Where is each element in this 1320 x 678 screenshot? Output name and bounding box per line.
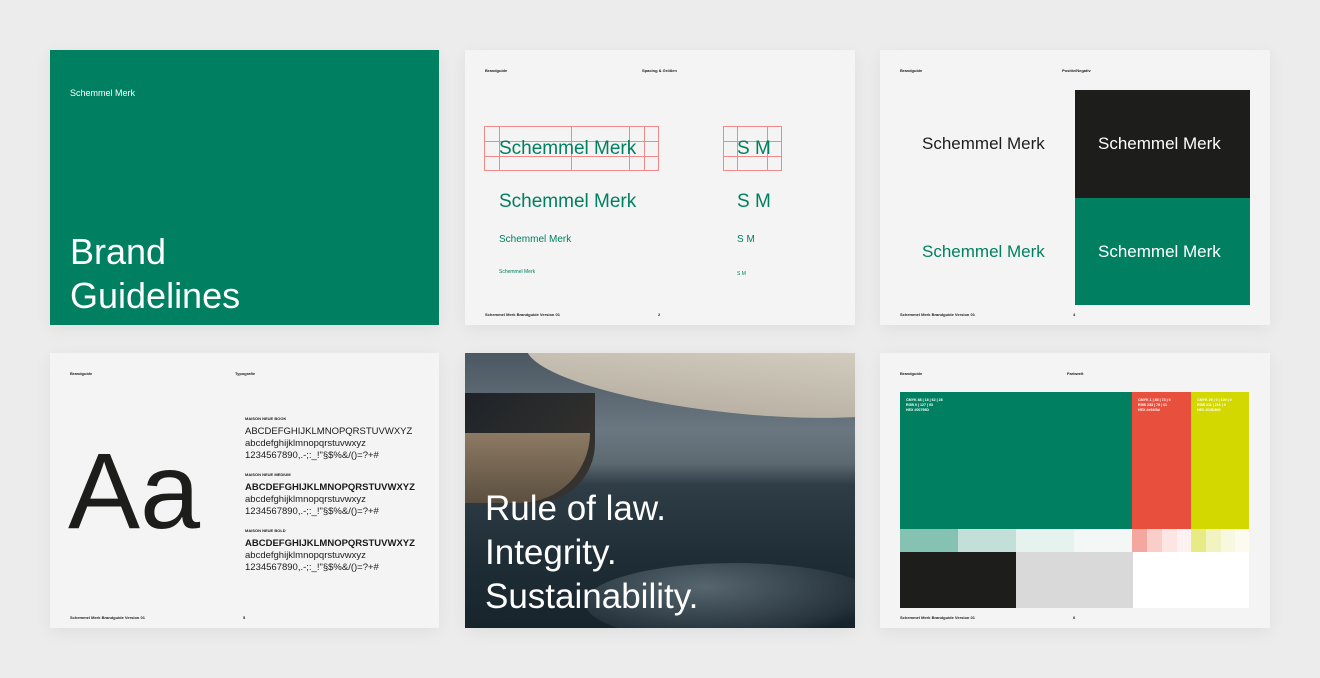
digits-row: 1234567890,.-;:_!"§$%&/()=?+# — [245, 450, 379, 461]
green-spec: CMYK 88 | 18 | 62 | 28 RGB 0 | 127 | 93 … — [906, 398, 943, 412]
value-line-2: Integrity. — [485, 533, 617, 572]
monogram-xl: S M — [737, 138, 771, 159]
style-name: MAISON NEUE BOOK — [245, 416, 287, 421]
wordmark-l: Schemmel Merk — [499, 191, 637, 212]
tint-red-15 — [1162, 529, 1177, 552]
lowercase-row: abcdefghijklmnopqrstuvwxyz — [245, 438, 366, 449]
style-name: MAISON NEUE BOLD — [245, 528, 286, 533]
tint-red-60 — [1132, 529, 1147, 552]
colorpalette-slide[interactable]: Brandguide Farbwelt CMYK 88 | 18 | 62 | … — [880, 353, 1270, 628]
footer-left: Schemmel Merk Brandguide Version 01 — [900, 615, 975, 620]
tint-lime-15 — [1221, 529, 1235, 552]
header-left: Brandguide — [485, 68, 508, 73]
cover-slide[interactable]: Schemmel Merk Brand Guidelines — [50, 50, 439, 325]
lime-spec: CMYK 25 | 0 | 100 | 0 RGB 211 | 216 | 0 … — [1197, 398, 1232, 412]
spacing-slide[interactable]: Brandguide Spacing & Größen Schemmel Mer… — [465, 50, 855, 325]
page-number: 4 — [1073, 312, 1076, 317]
digits-row: 1234567890,.-;:_!"§$%&/()=?+# — [245, 506, 379, 517]
tint-green-5 — [1074, 529, 1132, 552]
swatch-gray — [1016, 552, 1133, 608]
monogram-m: S M — [737, 234, 755, 245]
uppercase-row: ABCDEFGHIJKLMNOPQRSTUVWXYZ — [245, 482, 415, 493]
tint-lime-30 — [1206, 529, 1221, 552]
page-number: 6 — [1073, 615, 1076, 620]
uppercase-row: ABCDEFGHIJKLMNOPQRSTUVWXYZ — [245, 538, 415, 549]
tint-green-60 — [900, 529, 958, 552]
monogram-l: S M — [737, 191, 771, 212]
type-style-book: MAISON NEUE BOOK ABCDEFGHIJKLMNOPQRSTUVW… — [245, 416, 412, 462]
red-spec: CMYK 1 | 85 | 73 | 0 RGB 233 | 79 | 61 H… — [1138, 398, 1171, 412]
tint-green-15 — [1016, 529, 1074, 552]
header-right: Positiv/Negativ — [1062, 68, 1091, 73]
header-right: Farbwelt — [1067, 371, 1084, 376]
values-slogan: Rule of law. Integrity. Sustainability. — [485, 487, 698, 619]
tint-lime-60 — [1191, 529, 1206, 552]
cover-title-line1: Brand — [70, 231, 167, 272]
page-number: 5 — [243, 615, 246, 620]
tint-green-30 — [958, 529, 1016, 552]
tint-red-5 — [1177, 529, 1191, 552]
swatch-black — [900, 552, 1016, 608]
footer-left: Schemmel Merk Brandguide Version 01 — [485, 312, 560, 317]
wordmark-xl: Schemmel Merk — [499, 138, 637, 159]
type-sample: Aa — [68, 430, 201, 551]
positive-negative-slide[interactable]: Brandguide Positiv/Negativ Schemmel Merk… — [880, 50, 1270, 325]
type-style-bold: MAISON NEUE BOLD ABCDEFGHIJKLMNOPQRSTUVW… — [245, 528, 415, 574]
header-left: Brandguide — [70, 371, 93, 376]
cover-title: Brand Guidelines — [70, 230, 240, 318]
wordmark-negative-on-green: Schemmel Merk — [1098, 242, 1221, 261]
header-right: Typografie — [235, 371, 256, 376]
tint-lime-5 — [1235, 529, 1249, 552]
tint-red-30 — [1147, 529, 1162, 552]
header-left: Brandguide — [900, 371, 923, 376]
swatch-white — [1133, 552, 1249, 608]
lowercase-row: abcdefghijklmnopqrstuvwxyz — [245, 550, 366, 561]
wordmark-s: Schemmel Merk — [499, 269, 536, 275]
value-line-1: Rule of law. — [485, 489, 666, 528]
lowercase-row: abcdefghijklmnopqrstuvwxyz — [245, 494, 366, 505]
monogram-s: S M — [737, 271, 746, 277]
wordmark-positive-green: Schemmel Merk — [922, 242, 1045, 261]
footer-left: Schemmel Merk Brandguide Version 01 — [900, 312, 975, 317]
header-right: Spacing & Größen — [642, 68, 677, 73]
page-number: 2 — [658, 312, 661, 317]
wordmark-negative-on-black: Schemmel Merk — [1098, 134, 1221, 153]
brand-name: Schemmel Merk — [70, 88, 136, 98]
values-slide[interactable]: Rule of law. Integrity. Sustainability. — [465, 353, 855, 628]
wordmark-positive-black: Schemmel Merk — [922, 134, 1045, 153]
value-line-3: Sustainability. — [485, 577, 699, 616]
footer-left: Schemmel Merk Brandguide Version 01 — [70, 615, 145, 620]
wordmark-m: Schemmel Merk — [499, 234, 572, 245]
uppercase-row: ABCDEFGHIJKLMNOPQRSTUVWXYZ — [245, 426, 413, 437]
cover-title-line2: Guidelines — [70, 275, 241, 316]
style-name: MAISON NEUE MEDIUM — [245, 472, 291, 477]
type-style-medium: MAISON NEUE MEDIUM ABCDEFGHIJKLMNOPQRSTU… — [245, 472, 415, 518]
header-left: Brandguide — [900, 68, 923, 73]
digits-row: 1234567890,.-;:_!"§$%&/()=?+# — [245, 562, 379, 573]
typography-slide[interactable]: Brandguide Typografie Aa MAISON NEUE BOO… — [50, 353, 439, 628]
